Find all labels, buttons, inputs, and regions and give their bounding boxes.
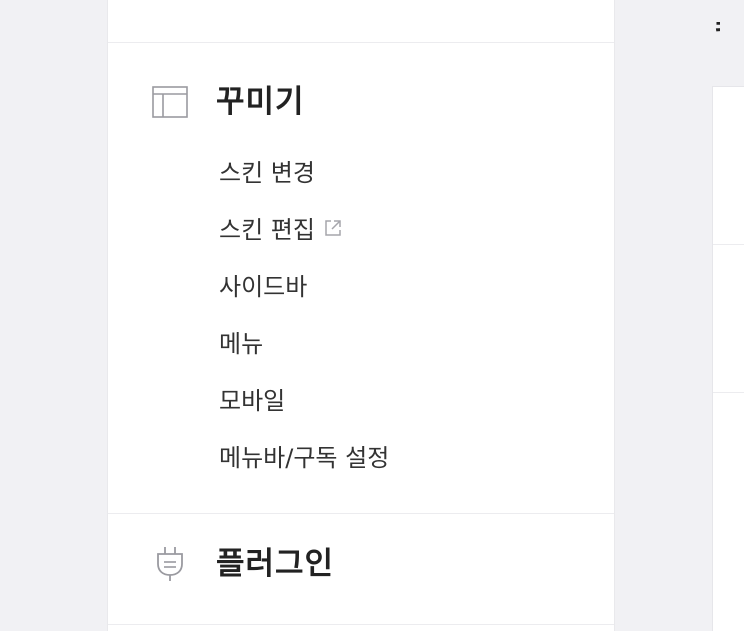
menu-item-label: 모바일 — [219, 387, 286, 415]
sidebar: 꾸미기 스킨 변경 스킨 편집 사이드바 메뉴 모바일 메뉴바/구독 설정 플러… — [107, 0, 615, 631]
main-header-fragment: ㅋ — [712, 18, 720, 44]
menu-item-label: 스킨 편집 — [219, 216, 315, 244]
section-title-decorate: 꾸미기 — [216, 84, 305, 120]
menu-item-sidebar[interactable]: 사이드바 — [219, 256, 389, 313]
menu-item-label: 사이드바 — [219, 273, 308, 301]
layout-icon — [152, 84, 188, 120]
plug-icon — [152, 546, 188, 582]
content-row-divider — [713, 392, 744, 393]
menu-item-label: 메뉴바/구독 설정 — [219, 444, 390, 472]
section-title-plugin: 플러그인 — [216, 546, 335, 582]
menu-item-label: 메뉴 — [219, 330, 264, 358]
main-content-pane — [712, 86, 744, 631]
section-divider — [108, 42, 614, 43]
menu-item-label: 스킨 변경 — [219, 159, 315, 187]
section-header-plugin[interactable]: 플러그인 — [152, 544, 334, 584]
decorate-submenu: 스킨 변경 스킨 편집 사이드바 메뉴 모바일 메뉴바/구독 설정 — [219, 142, 389, 484]
content-row-divider — [713, 244, 744, 245]
external-link-icon — [323, 218, 343, 238]
menu-item-mobile[interactable]: 모바일 — [219, 370, 389, 427]
section-divider — [108, 624, 614, 625]
menu-item-skin-edit[interactable]: 스킨 편집 — [219, 199, 389, 256]
section-header-decorate[interactable]: 꾸미기 — [152, 82, 305, 122]
menu-item-menubar-subscription[interactable]: 메뉴바/구독 설정 — [219, 427, 389, 484]
section-divider — [108, 513, 614, 514]
menu-item-menu[interactable]: 메뉴 — [219, 313, 389, 370]
menu-item-skin-change[interactable]: 스킨 변경 — [219, 142, 389, 199]
